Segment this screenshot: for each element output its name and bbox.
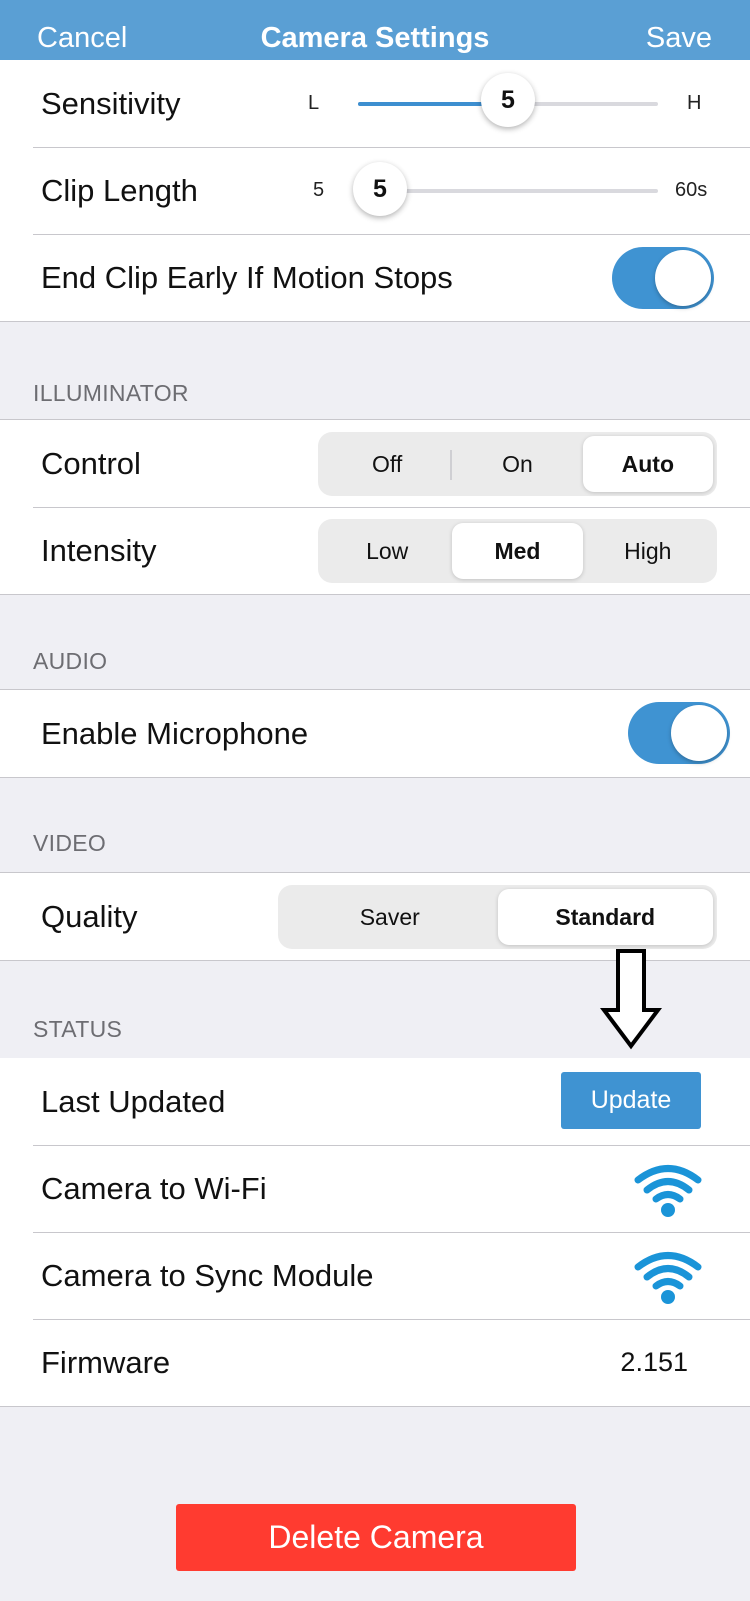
intensity-option-med[interactable]: Med: [452, 523, 583, 579]
intensity-label: Intensity: [41, 533, 157, 568]
end-clip-early-row: End Clip Early If Motion Stops: [0, 234, 750, 321]
wifi-icon: [634, 1252, 702, 1304]
toggle-knob: [671, 705, 727, 761]
end-clip-early-label: End Clip Early If Motion Stops: [41, 260, 453, 295]
quality-label: Quality: [41, 899, 138, 934]
last-updated-label: Last Updated: [41, 1084, 226, 1119]
clip-length-slider-thumb[interactable]: 5: [353, 162, 407, 216]
firmware-row: Firmware 2.151: [0, 1319, 750, 1406]
clip-length-label: Clip Length: [41, 173, 198, 208]
audio-section-header: AUDIO: [33, 648, 108, 674]
sensitivity-slider[interactable]: 5: [358, 73, 658, 127]
camera-to-wifi-row: Camera to Wi-Fi: [0, 1145, 750, 1232]
status-section-header: STATUS: [33, 1016, 123, 1042]
clip-length-slider[interactable]: 5: [353, 162, 658, 216]
control-option-off[interactable]: Off: [322, 436, 453, 492]
control-segmented-control: Off On Auto: [318, 432, 717, 496]
toggle-knob: [655, 250, 711, 306]
enable-microphone-label: Enable Microphone: [41, 716, 309, 751]
clip-length-max-label: 60s: [675, 179, 708, 201]
clip-length-row: Clip Length 5 5 60s: [0, 147, 750, 234]
sensitivity-label: Sensitivity: [41, 86, 181, 121]
camera-to-sync-module-row: Camera to Sync Module: [0, 1232, 750, 1319]
sensitivity-max-label: H: [687, 92, 702, 114]
intensity-segmented-control: Low Med High: [318, 519, 717, 583]
video-section-header: VIDEO: [33, 830, 107, 856]
camera-to-wifi-label: Camera to Wi-Fi: [41, 1171, 267, 1206]
firmware-label: Firmware: [41, 1345, 171, 1380]
intensity-option-low[interactable]: Low: [322, 523, 452, 579]
delete-camera-button[interactable]: Delete Camera: [176, 1504, 576, 1571]
control-label: Control: [41, 446, 141, 481]
save-button[interactable]: Save: [646, 22, 712, 55]
page-title: Camera Settings: [260, 22, 490, 54]
status-group: Last Updated Update Camera to Wi-Fi Came…: [0, 1058, 750, 1407]
enable-microphone-row: Enable Microphone: [0, 690, 750, 777]
sensitivity-row: Sensitivity L 5 H: [0, 60, 750, 147]
update-button[interactable]: Update: [561, 1072, 701, 1129]
wifi-icon: [634, 1165, 702, 1217]
arrow-down-icon: [600, 949, 662, 1050]
control-option-on[interactable]: On: [452, 436, 582, 492]
sensitivity-min-label: L: [308, 92, 320, 114]
enable-microphone-toggle[interactable]: [628, 702, 730, 764]
quality-segmented-control: Saver Standard: [278, 885, 717, 949]
audio-group: Enable Microphone: [0, 689, 750, 778]
camera-to-sync-module-label: Camera to Sync Module: [41, 1258, 374, 1293]
quality-option-saver[interactable]: Saver: [282, 889, 498, 945]
last-updated-row: Last Updated Update: [0, 1058, 750, 1145]
quality-row: Quality Saver Standard: [0, 873, 750, 960]
firmware-value: 2.151: [620, 1347, 688, 1377]
intensity-row: Intensity Low Med High: [0, 507, 750, 594]
motion-settings-group: Sensitivity L 5 H Clip Length 5 5 60s En…: [0, 60, 750, 322]
control-option-auto[interactable]: Auto: [582, 436, 713, 492]
control-row: Control Off On Auto: [0, 420, 750, 507]
intensity-option-high[interactable]: High: [583, 523, 713, 579]
quality-option-standard[interactable]: Standard: [497, 889, 713, 945]
illuminator-group: Control Off On Auto Intensity Low Med Hi…: [0, 419, 750, 595]
sensitivity-slider-thumb[interactable]: 5: [481, 73, 535, 127]
clip-length-min-label: 5: [313, 179, 325, 201]
illuminator-section-header: ILLUMINATOR: [33, 380, 189, 406]
end-clip-early-toggle[interactable]: [612, 247, 714, 309]
